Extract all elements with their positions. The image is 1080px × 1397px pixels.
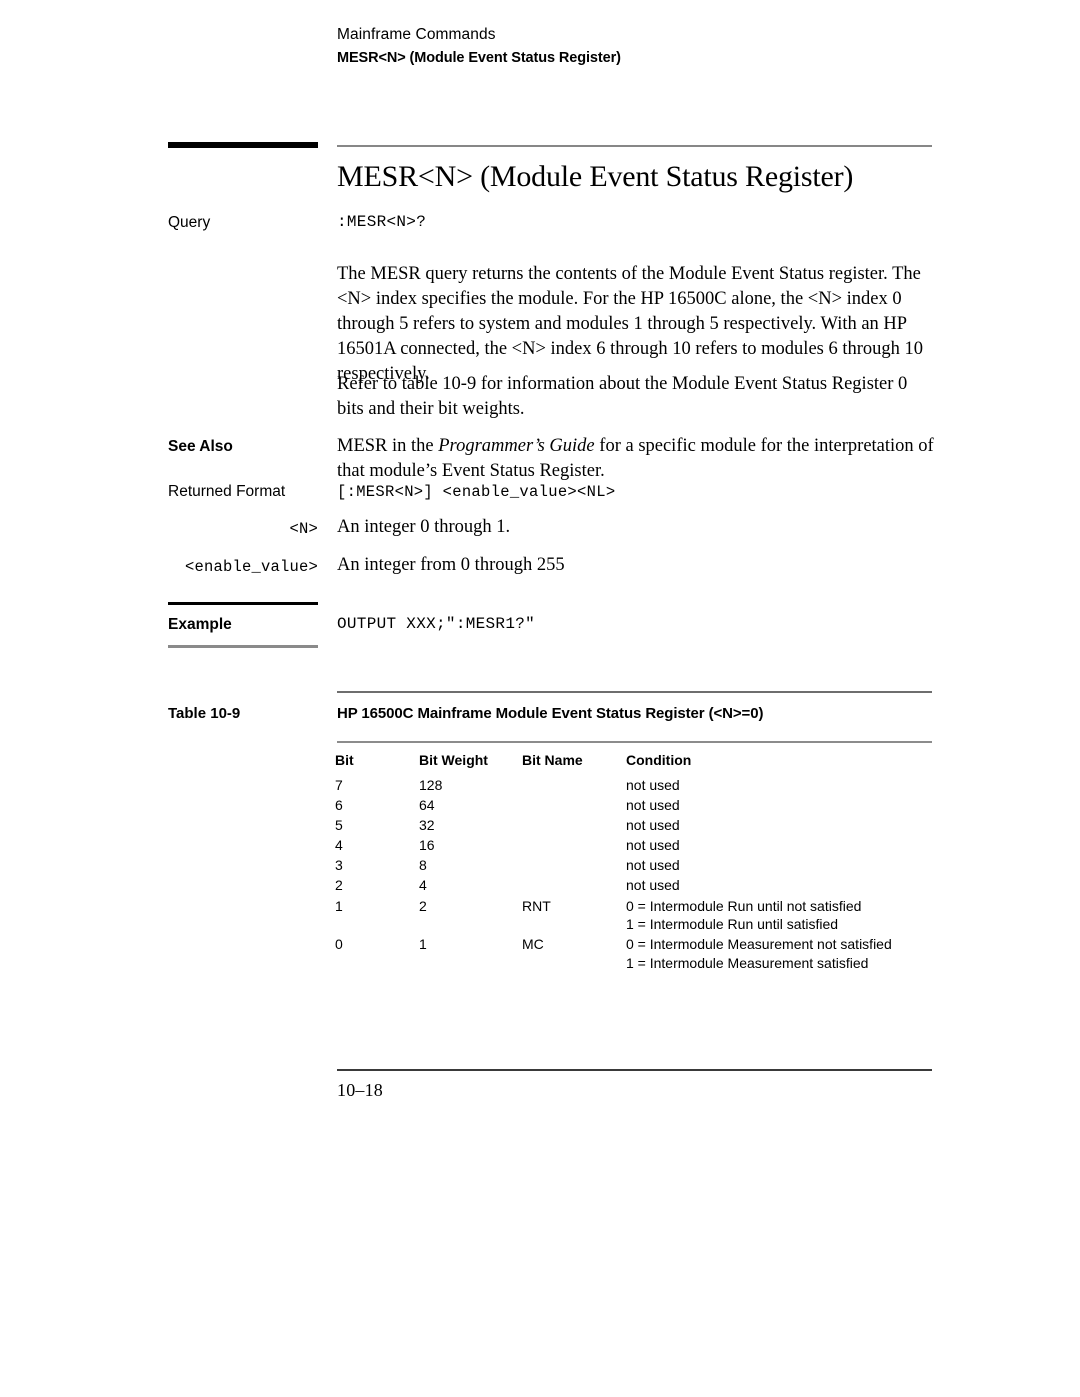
table-caption: HP 16500C Mainframe Module Event Status … xyxy=(337,705,764,722)
column-header-bit-name: Bit Name xyxy=(522,752,583,768)
running-head-chapter: Mainframe Commands xyxy=(337,26,496,43)
returned-format-syntax: [:MESR<N>] <enable_value><NL> xyxy=(337,483,616,501)
table-rule-top xyxy=(337,691,932,693)
table-header-row: Bit Bit Weight Bit Name Condition xyxy=(335,752,935,776)
cell-condition: 0 = Intermodule Measurement not satisfie… xyxy=(626,935,935,974)
title-rule-black xyxy=(168,142,318,148)
table-row: 5 32 not used xyxy=(335,816,935,836)
cell-bit: 5 xyxy=(335,817,343,834)
cell-bit-weight: 16 xyxy=(419,837,435,854)
parameter-name-n: <N> xyxy=(289,520,318,538)
table-row: 1 2 RNT 0 = Intermodule Run until not satis… xyxy=(335,897,935,936)
footer-rule xyxy=(337,1069,932,1071)
cell-bit-name xyxy=(522,836,626,856)
cell-condition: not used xyxy=(626,876,935,896)
cell-bit-name: RNT xyxy=(522,897,551,914)
table-row: 0 1 MC 0 = Intermodule Measurement not sati… xyxy=(335,935,935,974)
cell-bit: 4 xyxy=(335,837,343,854)
cell-condition: not used xyxy=(626,816,935,836)
returned-format-label: Returned Format xyxy=(168,483,286,500)
cell-condition: not used xyxy=(626,776,935,796)
table-body: 7 128 not used 6 64 not used 5 32 not used 4 16 not… xyxy=(335,776,935,974)
condition-line: not used xyxy=(626,817,680,834)
column-header-bit: Bit xyxy=(335,752,354,768)
cell-bit-weight: 32 xyxy=(419,817,435,834)
example-rule-top xyxy=(168,602,318,605)
table-row: 2 4 not used xyxy=(335,876,935,896)
cell-bit: 0 xyxy=(335,936,343,953)
title-rule-gray xyxy=(337,145,932,147)
running-head: Mainframe Commands MESR<N> (Module Event… xyxy=(337,26,937,66)
parameter-description-n: An integer 0 through 1. xyxy=(337,517,511,537)
table-rule-middle xyxy=(337,741,932,743)
condition-line: not used xyxy=(626,877,680,894)
table-row: 4 16 not used xyxy=(335,836,935,856)
cell-condition: 0 = Intermodule Run until not satisfied 1… xyxy=(626,897,935,936)
cell-bit-name xyxy=(522,856,626,876)
column-header-condition: Condition xyxy=(626,752,692,768)
cell-condition: not used xyxy=(626,836,935,856)
cell-bit-name: MC xyxy=(522,936,544,953)
cell-bit: 2 xyxy=(335,877,343,894)
cell-bit-name xyxy=(522,796,626,816)
parameter-name-enable-value: <enable_value> xyxy=(184,558,318,576)
page-title: MESR<N> (Module Event Status Register) xyxy=(337,160,854,193)
condition-line: not used xyxy=(626,837,680,854)
cell-bit-weight: 1 xyxy=(419,936,427,953)
cell-bit-weight: 4 xyxy=(419,877,427,894)
running-head-section: MESR<N> (Module Event Status Register) xyxy=(337,50,621,66)
see-also-text-before: MESR in the xyxy=(337,436,439,456)
cell-bit-weight: 128 xyxy=(419,777,443,793)
document-page: Mainframe Commands MESR<N> (Module Event… xyxy=(0,0,1080,1397)
condition-line: 0 = Intermodule Run until not satisfied xyxy=(626,897,862,914)
table-row: 6 64 not used xyxy=(335,796,935,816)
query-syntax: :MESR<N>? xyxy=(337,213,427,231)
see-also-label: See Also xyxy=(168,438,233,455)
cell-bit: 6 xyxy=(335,797,343,814)
see-also-guide-title: Programmer’s Guide xyxy=(438,436,595,456)
cell-bit: 7 xyxy=(335,777,343,793)
table-number-label: Table 10-9 xyxy=(168,705,241,722)
cell-bit-weight: 2 xyxy=(419,897,427,914)
cell-condition: not used xyxy=(626,796,935,816)
cell-bit: 1 xyxy=(335,897,343,914)
parameter-description-enable-value: An integer from 0 through 255 xyxy=(337,555,565,575)
condition-line: 1 = Intermodule Measurement satisfied xyxy=(626,954,869,971)
condition-line: 0 = Intermodule Measurement not satisfie… xyxy=(626,936,892,953)
description-paragraph-2: Refer to table 10-9 for information abou… xyxy=(337,374,908,419)
table-row: 3 8 not used xyxy=(335,856,935,876)
example-code: OUTPUT XXX;":MESR1?" xyxy=(337,615,536,633)
cell-bit-name xyxy=(522,816,626,836)
table-row: 7 128 not used xyxy=(335,776,935,796)
cell-bit-weight: 8 xyxy=(419,857,427,874)
example-rule-bottom xyxy=(168,645,318,648)
column-header-bit-weight: Bit Weight xyxy=(419,752,488,768)
cell-condition: not used xyxy=(626,856,935,876)
see-also-text: MESR in the Programmer’s Guide for a spe… xyxy=(337,434,937,484)
example-label: Example xyxy=(168,616,232,633)
bit-register-table: Bit Bit Weight Bit Name Condition 7 128 no… xyxy=(335,752,935,974)
cell-bit-weight: 64 xyxy=(419,797,435,814)
condition-line: not used xyxy=(626,797,680,814)
page-number: 10–18 xyxy=(337,1080,383,1100)
condition-line: not used xyxy=(626,777,680,793)
query-label: Query xyxy=(168,214,211,231)
description-paragraph-1: The MESR query returns the contents of t… xyxy=(337,264,924,384)
condition-line: not used xyxy=(626,857,680,874)
cell-bit-name xyxy=(522,876,626,896)
cell-bit-name xyxy=(522,776,626,796)
condition-line: 1 = Intermodule Run until satisfied xyxy=(626,916,839,933)
cell-bit: 3 xyxy=(335,857,343,874)
